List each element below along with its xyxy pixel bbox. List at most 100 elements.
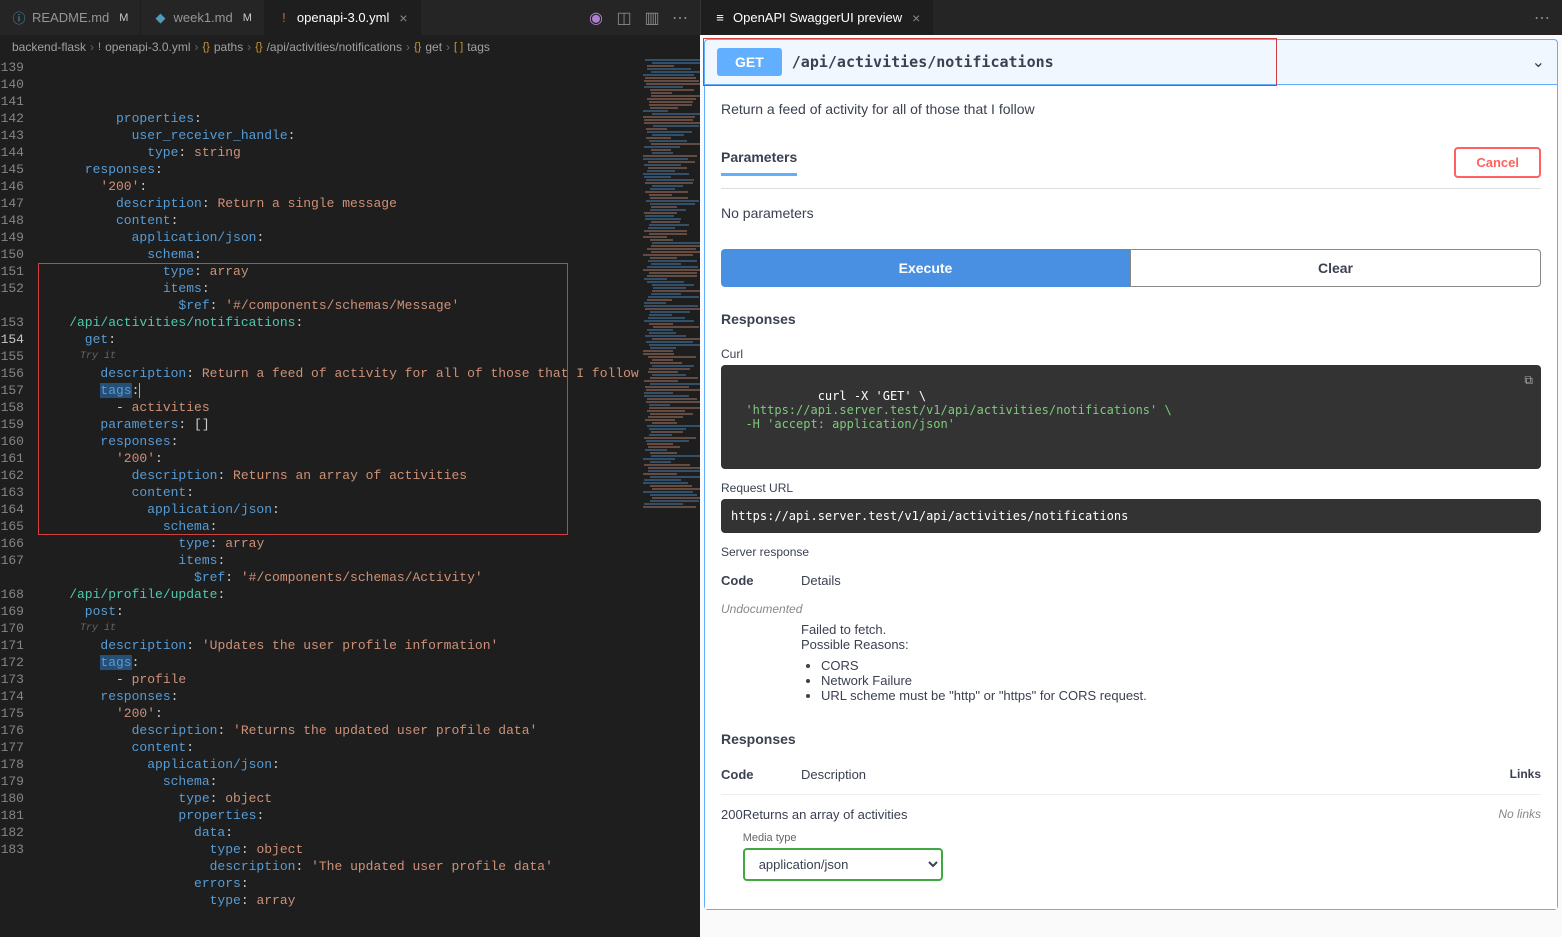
code-line-159[interactable]: description: Returns an array of activit… [38, 467, 639, 484]
code-line-168[interactable]: description: 'Updates the user profile i… [38, 637, 639, 654]
more-icon[interactable]: ⋯ [670, 8, 690, 28]
code-line-176[interactable]: schema: [38, 773, 639, 790]
undocumented-label: Undocumented [721, 596, 1541, 622]
code-line-152[interactable]: get: [38, 331, 639, 348]
code-line-139[interactable]: properties: [38, 110, 639, 127]
code-line-150[interactable]: $ref: '#/components/schemas/Message' [38, 297, 639, 314]
code-line-182[interactable]: errors: [38, 875, 639, 892]
code-line-145[interactable]: content: [38, 212, 639, 229]
tab-label: week1.md [173, 10, 232, 25]
code-line-153[interactable]: description: Return a feed of activity f… [38, 365, 639, 382]
code-line-143[interactable]: '200': [38, 178, 639, 195]
code-editor[interactable]: 1391401411421431441451461471481491501511… [0, 59, 700, 937]
code-line-144[interactable]: description: Return a single message [38, 195, 639, 212]
file-icon: ⓘ [12, 11, 26, 25]
breadcrumb-item[interactable]: !openapi-3.0.yml [98, 40, 190, 54]
code-line-169[interactable]: tags: [38, 654, 639, 671]
operation-description: Return a feed of activity for all of tho… [721, 101, 1541, 117]
tab-README-md[interactable]: ⓘREADME.mdM [0, 0, 141, 35]
close-icon[interactable]: × [399, 10, 407, 26]
code-line-175[interactable]: application/json: [38, 756, 639, 773]
code-line-172[interactable]: '200': [38, 705, 639, 722]
breadcrumb[interactable]: backend-flask›!openapi-3.0.yml›{}paths›{… [0, 35, 700, 59]
cancel-button[interactable]: Cancel [1454, 147, 1541, 178]
copy-icon[interactable]: ⧉ [1524, 373, 1533, 388]
code-line-178[interactable]: properties: [38, 807, 639, 824]
code-line-177[interactable]: type: object [38, 790, 639, 807]
response-200-description: Returns an array of activities [743, 807, 1499, 822]
tab-openapi-3-0-yml[interactable]: ! openapi-3.0.yml × [265, 0, 421, 35]
code-line-179[interactable]: data: [38, 824, 639, 841]
minimap[interactable] [639, 59, 692, 937]
curl-label: Curl [721, 347, 1541, 361]
code-line-148[interactable]: type: array [38, 263, 639, 280]
breadcrumb-item[interactable]: [ ]tags [454, 40, 490, 54]
api-operation-block: GET /api/activities/notifications ⌄ Retu… [704, 39, 1558, 910]
links-column-header: Links [1510, 767, 1541, 782]
tab-week1-md[interactable]: ◆ week1.md M [141, 0, 264, 35]
tab-swagger-preview[interactable]: ≡ OpenAPI SwaggerUI preview × [701, 0, 933, 35]
close-icon[interactable]: × [912, 10, 920, 26]
chevron-down-icon[interactable]: ⌄ [1532, 52, 1545, 72]
code-line-149[interactable]: items: [38, 280, 639, 297]
code-line-156[interactable]: parameters: [] [38, 416, 639, 433]
code-line-142[interactable]: responses: [38, 161, 639, 178]
code-line-147[interactable]: schema: [38, 246, 639, 263]
code-line-151[interactable]: /api/activities/notifications: [38, 314, 639, 331]
swagger-preview: GET /api/activities/notifications ⌄ Retu… [700, 35, 1562, 937]
modified-indicator: M [119, 12, 128, 24]
code-line-166[interactable]: /api/profile/update: [38, 586, 639, 603]
preview-tab-bar: ≡ OpenAPI SwaggerUI preview × ⋯ [700, 0, 1562, 35]
code-line-140[interactable]: user_receiver_handle: [38, 127, 639, 144]
code-line-181[interactable]: description: 'The updated user profile d… [38, 858, 639, 875]
compass-icon[interactable]: ◉ [586, 8, 606, 28]
response-code-200: 200 [721, 807, 743, 822]
editor-tab-bar: ⓘREADME.mdM ◆ week1.md M! openapi-3.0.yml × ◉… [0, 0, 700, 35]
media-type-label: Media type [743, 832, 1499, 844]
responses-heading: Responses [721, 299, 1541, 335]
code-line-170[interactable]: - profile [38, 671, 639, 688]
server-response-label: Server response [721, 545, 1541, 559]
breadcrumb-item[interactable]: {}get [414, 40, 442, 54]
error-reason-item: Network Failure [821, 673, 1541, 688]
code-line-173[interactable]: description: 'Returns the updated user p… [38, 722, 639, 739]
code-line-155[interactable]: - activities [38, 399, 639, 416]
breadcrumb-item[interactable]: {}/api/activities/notifications [255, 40, 402, 54]
code-line-163[interactable]: type: array [38, 535, 639, 552]
no-parameters-text: No parameters [721, 189, 1541, 237]
code-line-171[interactable]: responses: [38, 688, 639, 705]
modified-indicator: M [243, 12, 252, 24]
code-line-167[interactable]: post: [38, 603, 639, 620]
code-line-157[interactable]: responses: [38, 433, 639, 450]
operation-summary[interactable]: GET /api/activities/notifications ⌄ [705, 40, 1557, 84]
layout-icon[interactable]: ▥ [642, 8, 662, 28]
code-line-162[interactable]: schema: [38, 518, 639, 535]
code-line-183[interactable]: type: array [38, 892, 639, 909]
split-icon[interactable]: ◫ [614, 8, 634, 28]
code-column-header: Code [721, 767, 801, 782]
details-column-header: Details [801, 573, 1541, 588]
code-line-161[interactable]: application/json: [38, 501, 639, 518]
description-column-header: Description [801, 767, 866, 782]
clear-button[interactable]: Clear [1130, 249, 1541, 287]
code-column-header: Code [721, 573, 801, 588]
code-line-174[interactable]: content: [38, 739, 639, 756]
file-icon: ! [277, 11, 291, 25]
tab-label: openapi-3.0.yml [297, 10, 390, 25]
execute-button[interactable]: Execute [721, 249, 1130, 287]
code-line-165[interactable]: $ref: '#/components/schemas/Activity' [38, 569, 639, 586]
code-line-141[interactable]: type: string [38, 144, 639, 161]
media-type-select[interactable]: application/json [743, 848, 943, 881]
breadcrumb-item[interactable]: {}paths [203, 40, 244, 54]
code-line-164[interactable]: items: [38, 552, 639, 569]
code-line-158[interactable]: '200': [38, 450, 639, 467]
file-icon: ◆ [153, 11, 167, 25]
code-line-180[interactable]: type: object [38, 841, 639, 858]
code-line-146[interactable]: application/json: [38, 229, 639, 246]
code-line-154[interactable]: tags: [38, 382, 639, 399]
more-icon[interactable]: ⋯ [1532, 8, 1552, 28]
code-line-160[interactable]: content: [38, 484, 639, 501]
breadcrumb-item[interactable]: backend-flask [12, 40, 86, 54]
error-reason-item: CORS [821, 658, 1541, 673]
method-badge: GET [717, 48, 782, 76]
